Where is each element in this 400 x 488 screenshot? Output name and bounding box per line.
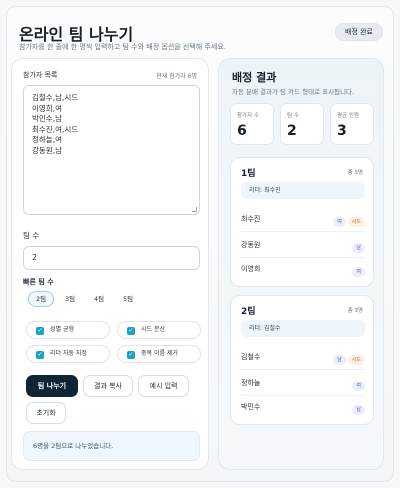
seed-tag: 시드 [347,355,365,365]
team-name: 2팀 [241,307,256,317]
member-name: 이영희 [241,265,261,273]
member-name: 최수진 [241,215,261,223]
quick-chip-4[interactable]: 4팀 [86,291,112,307]
team-card-1: 1팀 총 3명 리더: 최수진 최수진 여 시드 강동원 남 이영희 여 [230,157,374,287]
team-count-label: 팀 수 [23,231,40,240]
split-teams-button[interactable]: 팀 나누기 [26,375,78,397]
quick-team-label: 빠른 팀 수 [23,278,54,286]
stat-label: 팀 수 [287,113,299,119]
team-card-2: 2팀 총 3명 리더: 김철수 김철수 남 시드 정하늘 여 박민수 남 [230,295,374,425]
team-member: 강동원 남 [241,238,365,253]
stat-value: 2 [287,123,297,139]
page-subtitle: 참가자를 한 줄에 한 명씩 입력하고 팀 수와 배정 옵션을 선택해 주세요. [19,43,227,51]
member-name: 정하늘 [241,379,261,387]
team-member: 박민수 남 [241,400,365,415]
input-panel: 참가자 목록 현재 참가자 6명 김철수,남,시드 이영희,여 박민수,남 최수… [11,58,209,470]
result-notice: 6명을 2팀으로 나누었습니다. [23,431,200,461]
team-member-count: 총 3명 [347,170,363,176]
member-name: 박민수 [241,403,261,411]
quick-chip-2[interactable]: 2팀 [28,291,54,307]
option-label: 리더 자동 지정 [50,350,87,357]
divider [241,369,365,370]
team-member: 정하늘 여 [241,376,365,391]
participant-line: 최수진,여,시드 [32,124,79,134]
divider [241,231,365,232]
stat-average: 평균 인원 3 [330,103,374,145]
member-name: 강동원 [241,241,261,249]
seed-tag: 시드 [347,217,365,227]
quick-chip-3[interactable]: 3팀 [57,291,83,307]
stat-label: 참가자 수 [237,113,259,119]
stat-value: 6 [237,123,247,139]
participant-line: 이영희,여 [32,103,62,113]
reset-button[interactable]: 초기화 [26,402,66,424]
team-count-input[interactable]: 2 [23,246,200,270]
participant-line: 강동원,남 [32,145,62,155]
team-leader: 리더: 김철수 [241,320,365,337]
quick-chip-5[interactable]: 5팀 [115,291,141,307]
participants-label: 참가자 목록 [23,71,58,79]
checkbox-checked-icon[interactable]: ✓ [127,351,135,359]
result-panel: 배정 결과 자동 분배 결과가 팀 카드 형태로 표시됩니다. 참가자 수 6 … [218,58,384,470]
option-label: 중복 이름 제거 [141,350,178,357]
example-input-button[interactable]: 예시 입력 [138,375,189,397]
team-member: 이영희 여 [241,262,365,277]
assign-done-button[interactable]: 배정 완료 [335,23,383,41]
stat-team-count: 팀 수 2 [280,103,324,145]
team-name: 1팀 [241,169,256,179]
team-leader: 리더: 최수진 [241,182,365,199]
option-seed-spread[interactable]: ✓ 시드 분산 [117,321,201,339]
option-auto-leader[interactable]: ✓ 리더 자동 지정 [26,345,110,363]
divider [241,257,365,258]
gender-tag: 여 [352,381,365,391]
stat-label: 평균 인원 [337,113,359,119]
gender-tag: 남 [352,243,365,253]
member-name: 김철수 [241,353,261,361]
stat-participants: 참가자 수 6 [230,103,274,145]
checkbox-checked-icon[interactable]: ✓ [36,351,44,359]
participant-count-label: 현재 참가자 6명 [156,73,197,80]
participants-textarea[interactable]: 김철수,남,시드 이영희,여 박민수,남 최수진,여,시드 정하늘,여 강동원,… [23,85,200,215]
option-gender-balance[interactable]: ✓ 성별 균형 [26,321,110,339]
checkbox-checked-icon[interactable]: ✓ [36,327,44,335]
option-remove-duplicates[interactable]: ✓ 중복 이름 제거 [117,345,201,363]
participant-line: 정하늘,여 [32,135,62,144]
team-member: 최수진 여 시드 [241,212,365,227]
stat-value: 3 [337,123,347,139]
option-label: 성별 균형 [50,326,74,333]
participant-line: 박민수,남 [32,114,62,123]
participant-line: 김철수,남,시드 [32,93,79,102]
team-member-count: 총 3명 [347,308,363,314]
resize-handle[interactable] [192,207,197,212]
divider [241,395,365,396]
gender-tag: 여 [333,217,346,227]
option-label: 시드 분산 [141,326,165,333]
gender-tag: 남 [352,405,365,415]
checkbox-checked-icon[interactable]: ✓ [127,327,135,335]
gender-tag: 남 [333,355,346,365]
gender-tag: 여 [352,267,365,277]
result-subtitle: 자동 분배 결과가 팀 카드 형태로 표시됩니다. [232,88,355,96]
team-member: 김철수 남 시드 [241,350,365,365]
result-title: 배정 결과 [232,71,277,84]
copy-result-button[interactable]: 결과 복사 [83,375,133,397]
